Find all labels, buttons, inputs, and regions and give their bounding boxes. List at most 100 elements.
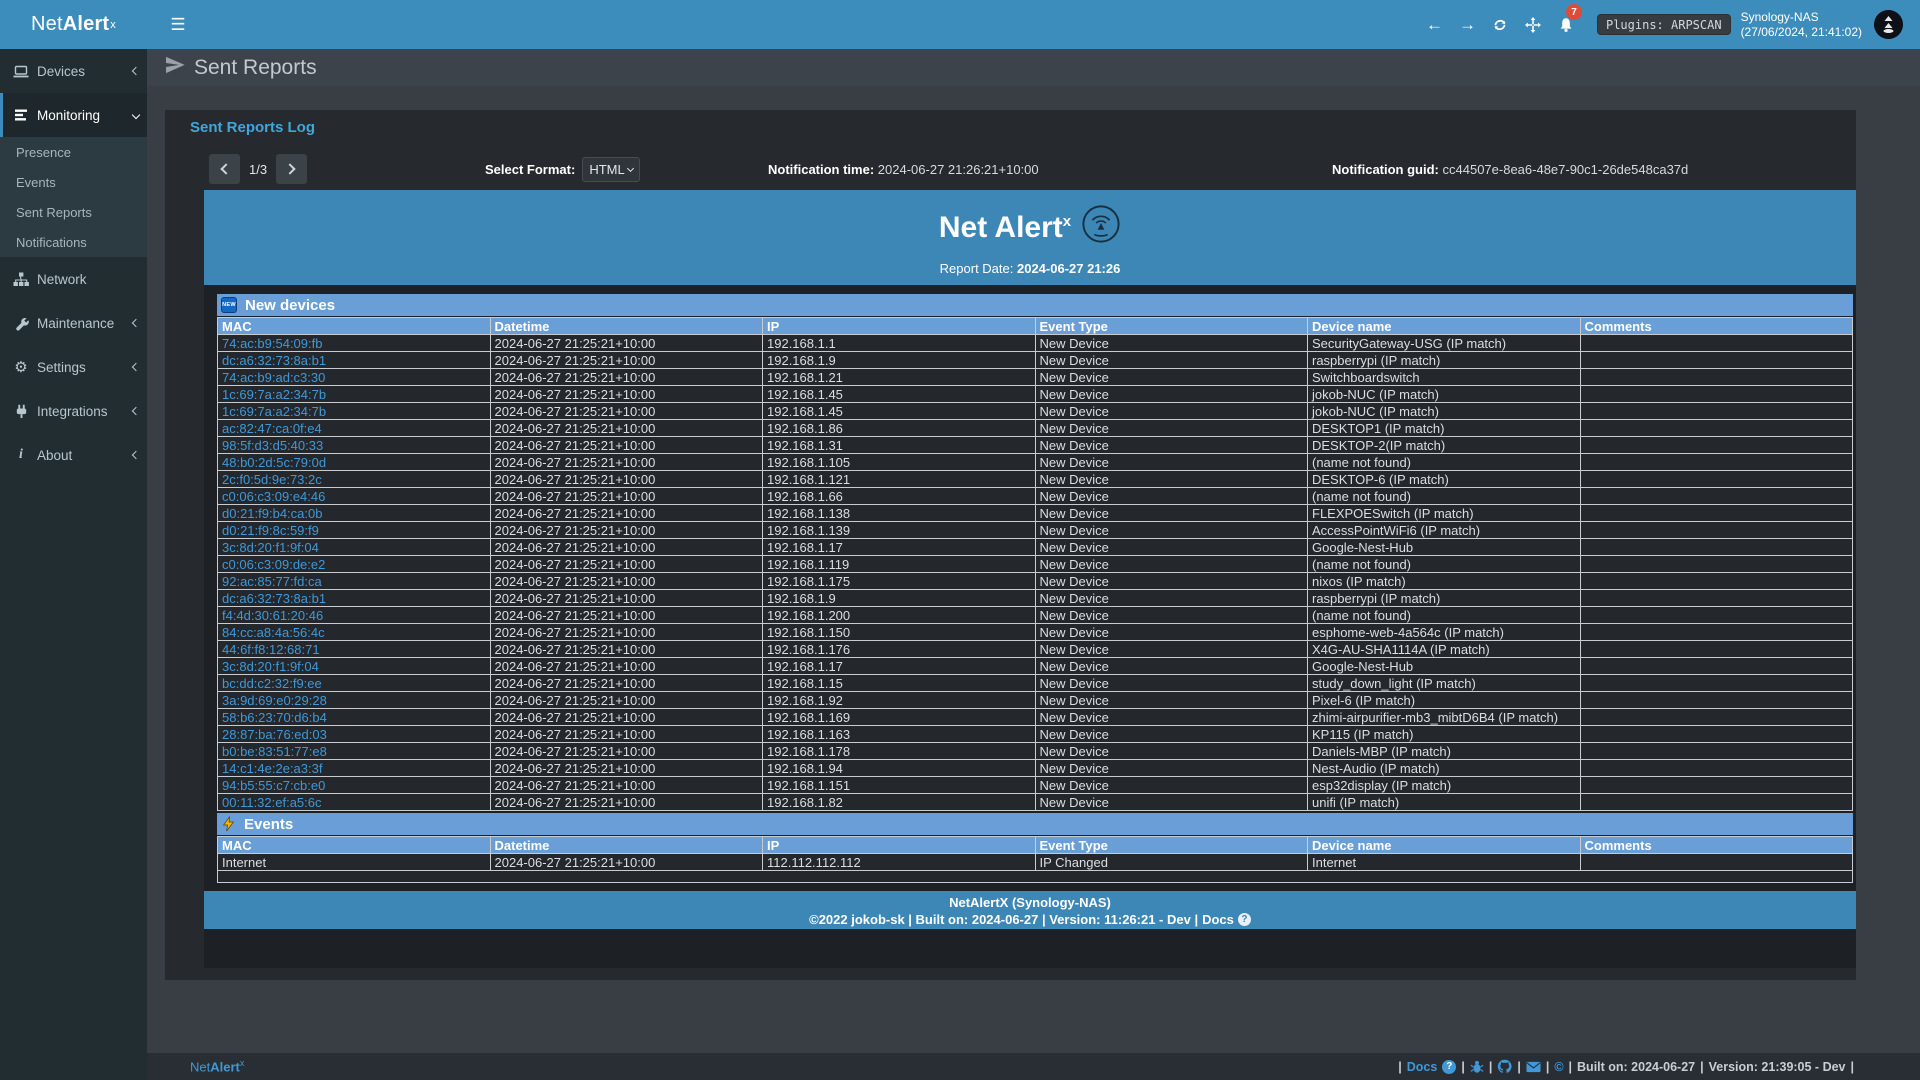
footer-docs-link[interactable]: Docs xyxy=(1407,1060,1438,1074)
mac-link[interactable]: 3c:8d:20:f1:9f:04 xyxy=(222,540,319,555)
mac-link[interactable]: d0:21:f9:b4:ca:0b xyxy=(222,506,322,521)
cell xyxy=(1580,590,1853,607)
sidebar-item-settings[interactable]: ⚙ Settings xyxy=(0,345,147,389)
page-header: Sent Reports xyxy=(147,49,1920,86)
cell: New Device xyxy=(1035,624,1308,641)
cell: 192.168.1.1 xyxy=(763,335,1036,352)
mac-link[interactable]: 2c:f0:5d:9e:73:2c xyxy=(222,472,322,487)
mac-link[interactable]: 48:b0:2d:5c:79:0d xyxy=(222,455,326,470)
cell: 2024-06-27 21:25:21+10:00 xyxy=(490,760,763,777)
sidebar-item-maintenance[interactable]: Maintenance xyxy=(0,301,147,345)
cell: New Device xyxy=(1035,539,1308,556)
sidebar-item-devices[interactable]: Devices xyxy=(0,49,147,93)
mac-link[interactable]: 58:b6:23:70:d6:b4 xyxy=(222,710,327,725)
sidebar-item-notifications[interactable]: Notifications xyxy=(0,227,147,257)
cell: 192.168.1.178 xyxy=(763,743,1036,760)
cell: 2024-06-27 21:25:21+10:00 xyxy=(490,692,763,709)
cell xyxy=(1580,420,1853,437)
mac-cell: 48:b0:2d:5c:79:0d xyxy=(218,454,491,471)
mac-link[interactable]: 00:11:32:ef:a5:6c xyxy=(222,795,322,810)
cell xyxy=(1580,794,1853,811)
next-page-button[interactable] xyxy=(276,154,307,184)
sidebar-item-events[interactable]: Events xyxy=(0,167,147,197)
notifications-bell-icon[interactable]: 7 xyxy=(1550,0,1583,49)
mac-link[interactable]: d0:21:f9:8c:59:f9 xyxy=(222,523,319,538)
table-row: 3a:9d:69:e0:29:28 2024-06-27 21:25:21+10:… xyxy=(218,692,1853,709)
cell: New Device xyxy=(1035,403,1308,420)
app-logo[interactable]: NetAlertx xyxy=(0,0,147,49)
chevron-left-icon xyxy=(132,451,140,459)
question-circle-icon[interactable]: ? xyxy=(1238,913,1251,926)
mac-link[interactable]: c0:06:c3:09:e4:46 xyxy=(222,489,325,504)
cell: Internet xyxy=(218,854,491,871)
table-row: 14:c1:4e:2e:a3:3f 2024-06-27 21:25:21+10:… xyxy=(218,760,1853,777)
mac-link[interactable]: 3a:9d:69:e0:29:28 xyxy=(222,693,327,708)
mac-link[interactable]: dc:a6:32:73:8a:b1 xyxy=(222,353,326,368)
cell xyxy=(1580,437,1853,454)
netalertx-logo-icon xyxy=(1081,204,1121,252)
prev-page-button[interactable] xyxy=(209,154,240,184)
bug-report-icon[interactable] xyxy=(1470,1060,1484,1074)
notification-count-badge: 7 xyxy=(1566,4,1582,20)
question-circle-icon[interactable]: ? xyxy=(1442,1060,1456,1074)
report-footer: NetAlertX (Synology-NAS) ©2022 jokob-sk … xyxy=(204,891,1856,929)
mac-link[interactable]: 92:ac:85:77:fd:ca xyxy=(222,574,322,589)
cell: 192.168.1.200 xyxy=(763,607,1036,624)
sidebar-item-monitoring[interactable]: Monitoring xyxy=(0,93,147,137)
mac-link[interactable]: 74:ac:b9:54:09:fb xyxy=(222,336,322,351)
license-link[interactable]: © xyxy=(1554,1060,1563,1074)
cell: New Device xyxy=(1035,454,1308,471)
mail-icon[interactable] xyxy=(1526,1061,1541,1073)
page-indicator: 1/3 xyxy=(249,162,267,177)
mac-link[interactable]: b0:be:83:51:77:e8 xyxy=(222,744,327,759)
mac-link[interactable]: 74:ac:b9:ad:c3:30 xyxy=(222,370,325,385)
separator: | xyxy=(1851,1060,1855,1074)
mac-link[interactable]: 1c:69:7a:a2:34:7b xyxy=(222,387,326,402)
sidebar-toggle-icon[interactable]: ☰ xyxy=(160,0,196,49)
forward-arrow-icon[interactable]: → xyxy=(1451,0,1484,49)
refresh-icon[interactable] xyxy=(1484,0,1517,49)
lightning-bolt-icon xyxy=(221,816,236,832)
github-icon[interactable] xyxy=(1497,1059,1512,1074)
mac-link[interactable]: 14:c1:4e:2e:a3:3f xyxy=(222,761,322,776)
mac-link[interactable]: dc:a6:32:73:8a:b1 xyxy=(222,591,326,606)
col-ip: IP xyxy=(763,318,1036,335)
mac-cell: 3c:8d:20:f1:9f:04 xyxy=(218,539,491,556)
sidebar-item-label: Devices xyxy=(37,64,133,79)
plugins-status-badge[interactable]: Plugins: ARPSCAN xyxy=(1597,14,1731,35)
cell: 2024-06-27 21:25:21+10:00 xyxy=(490,709,763,726)
sidebar-item-integrations[interactable]: Integrations xyxy=(0,389,147,433)
mac-cell: d0:21:f9:8c:59:f9 xyxy=(218,522,491,539)
cell: 2024-06-27 21:25:21+10:00 xyxy=(490,607,763,624)
sidebar-item-network[interactable]: Network xyxy=(0,257,147,301)
mac-cell: 74:ac:b9:54:09:fb xyxy=(218,335,491,352)
back-arrow-icon[interactable]: ← xyxy=(1418,0,1451,49)
report-docs-link[interactable]: Docs xyxy=(1202,912,1234,927)
monitoring-submenu: Presence Events Sent Reports Notificatio… xyxy=(0,137,147,257)
footer-built: Built on: 2024-06-27 xyxy=(1577,1060,1695,1074)
mac-link[interactable]: c0:06:c3:09:de:e2 xyxy=(222,557,325,572)
sidebar-item-presence[interactable]: Presence xyxy=(0,137,147,167)
mac-link[interactable]: 28:87:ba:76:ed:03 xyxy=(222,727,327,742)
format-select[interactable]: HTML xyxy=(582,157,640,182)
move-icon[interactable] xyxy=(1517,0,1550,49)
mac-link[interactable]: ac:82:47:ca:0f:e4 xyxy=(222,421,322,436)
sidebar-item-sent-reports[interactable]: Sent Reports xyxy=(0,197,147,227)
mac-link[interactable]: 3c:8d:20:f1:9f:04 xyxy=(222,659,319,674)
mac-link[interactable]: 94:b5:55:c7:cb:e0 xyxy=(222,778,325,793)
cell xyxy=(1580,556,1853,573)
cell xyxy=(1580,352,1853,369)
table-row: 3c:8d:20:f1:9f:042024-06-27 21:25:21+10:… xyxy=(218,658,1853,675)
mac-link[interactable]: f4:4d:30:61:20:46 xyxy=(222,608,323,623)
cell: FLEXPOESwitch (IP match) xyxy=(1308,505,1581,522)
footer-brand[interactable]: NetAlertx xyxy=(190,1058,244,1074)
user-avatar[interactable] xyxy=(1874,10,1903,39)
mac-link[interactable]: 84:cc:a8:4a:56:4c xyxy=(222,625,325,640)
mac-link[interactable]: 98:5f:d3:d5:40:33 xyxy=(222,438,323,453)
sidebar-item-about[interactable]: i About xyxy=(0,433,147,477)
sent-reports-log-link[interactable]: Sent Reports Log xyxy=(190,119,315,136)
mac-link[interactable]: 1c:69:7a:a2:34:7b xyxy=(222,404,326,419)
mac-link[interactable]: 44:6f:f8:12:68:71 xyxy=(222,642,320,657)
mac-link[interactable]: bc:dd:c2:32:f9:ee xyxy=(222,676,322,691)
footer-meta: | Docs ? | | | | © | Built on: 2024-06-2… xyxy=(1398,1059,1854,1074)
